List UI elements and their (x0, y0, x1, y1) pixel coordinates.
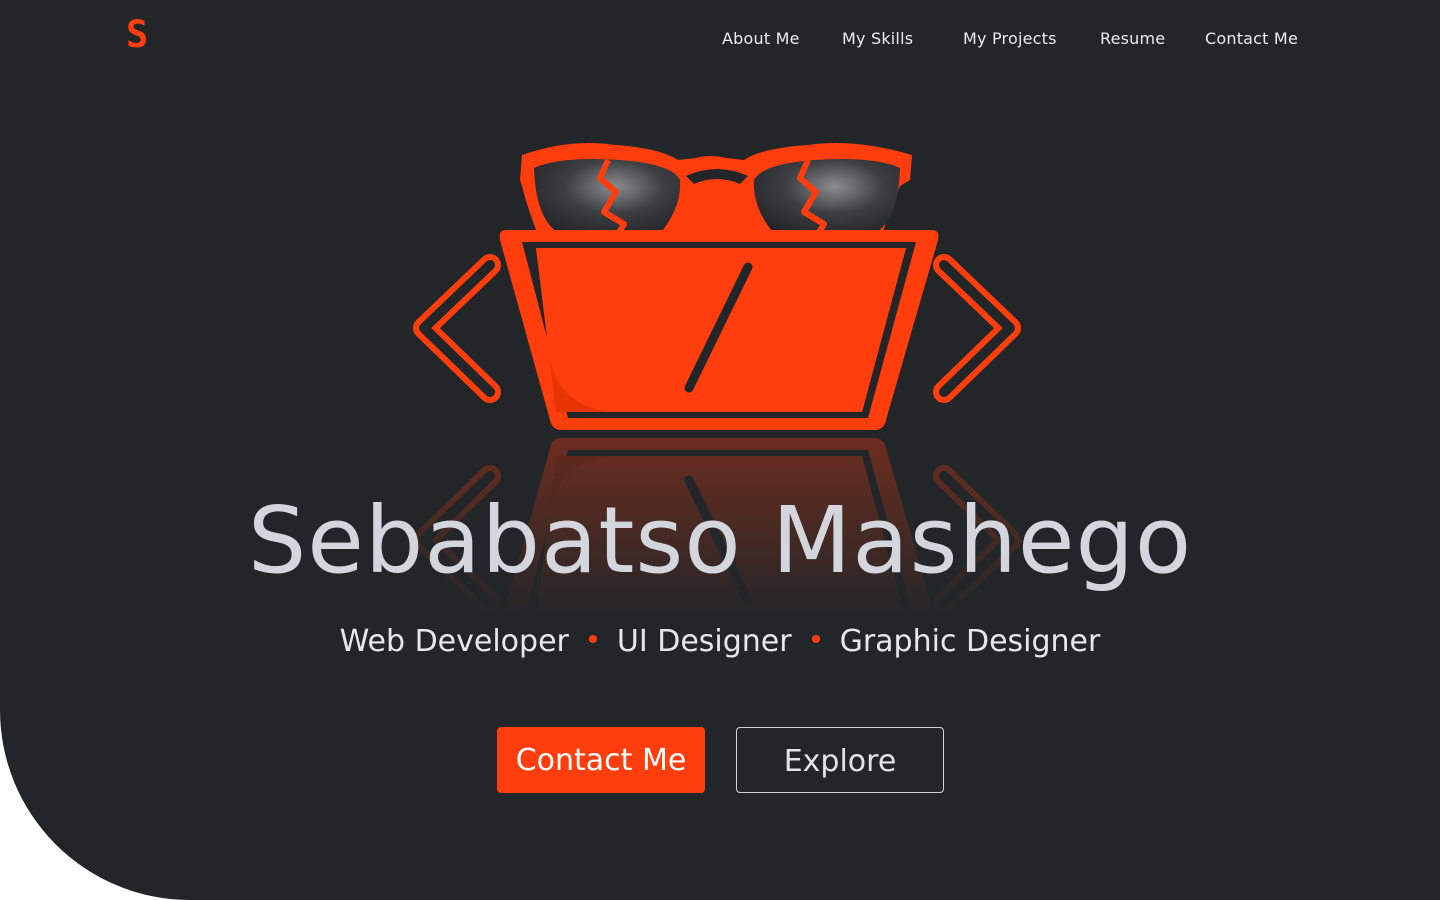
role-web-developer: Web Developer (339, 624, 569, 659)
role-graphic-designer: Graphic Designer (839, 624, 1101, 659)
explore-button[interactable]: Explore (736, 727, 944, 793)
bullet-separator (811, 634, 820, 643)
nav-my-skills[interactable]: My Skills (842, 28, 913, 50)
page-title: Sebabatso Mashego (247, 487, 1193, 594)
role-ui-designer: UI Designer (616, 624, 792, 659)
glasses-laptop-art (424, 143, 1010, 430)
hero-page: S_ About Me My Skills My Projects Resume… (0, 0, 1440, 900)
nav-contact-me[interactable]: Contact Me (1205, 28, 1298, 50)
nav-my-projects[interactable]: My Projects (963, 28, 1057, 50)
navbar: S_ About Me My Skills My Projects Resume… (0, 0, 1440, 80)
contact-me-button[interactable]: Contact Me (497, 727, 705, 793)
roles-line: Web Developer UI Designer Graphic Designer (0, 620, 1440, 664)
nav-about-me[interactable]: About Me (722, 28, 800, 50)
nav-resume[interactable]: Resume (1100, 28, 1165, 50)
main-nav: About Me My Skills My Projects Resume Co… (0, 28, 1440, 52)
bullet-separator (588, 634, 597, 643)
